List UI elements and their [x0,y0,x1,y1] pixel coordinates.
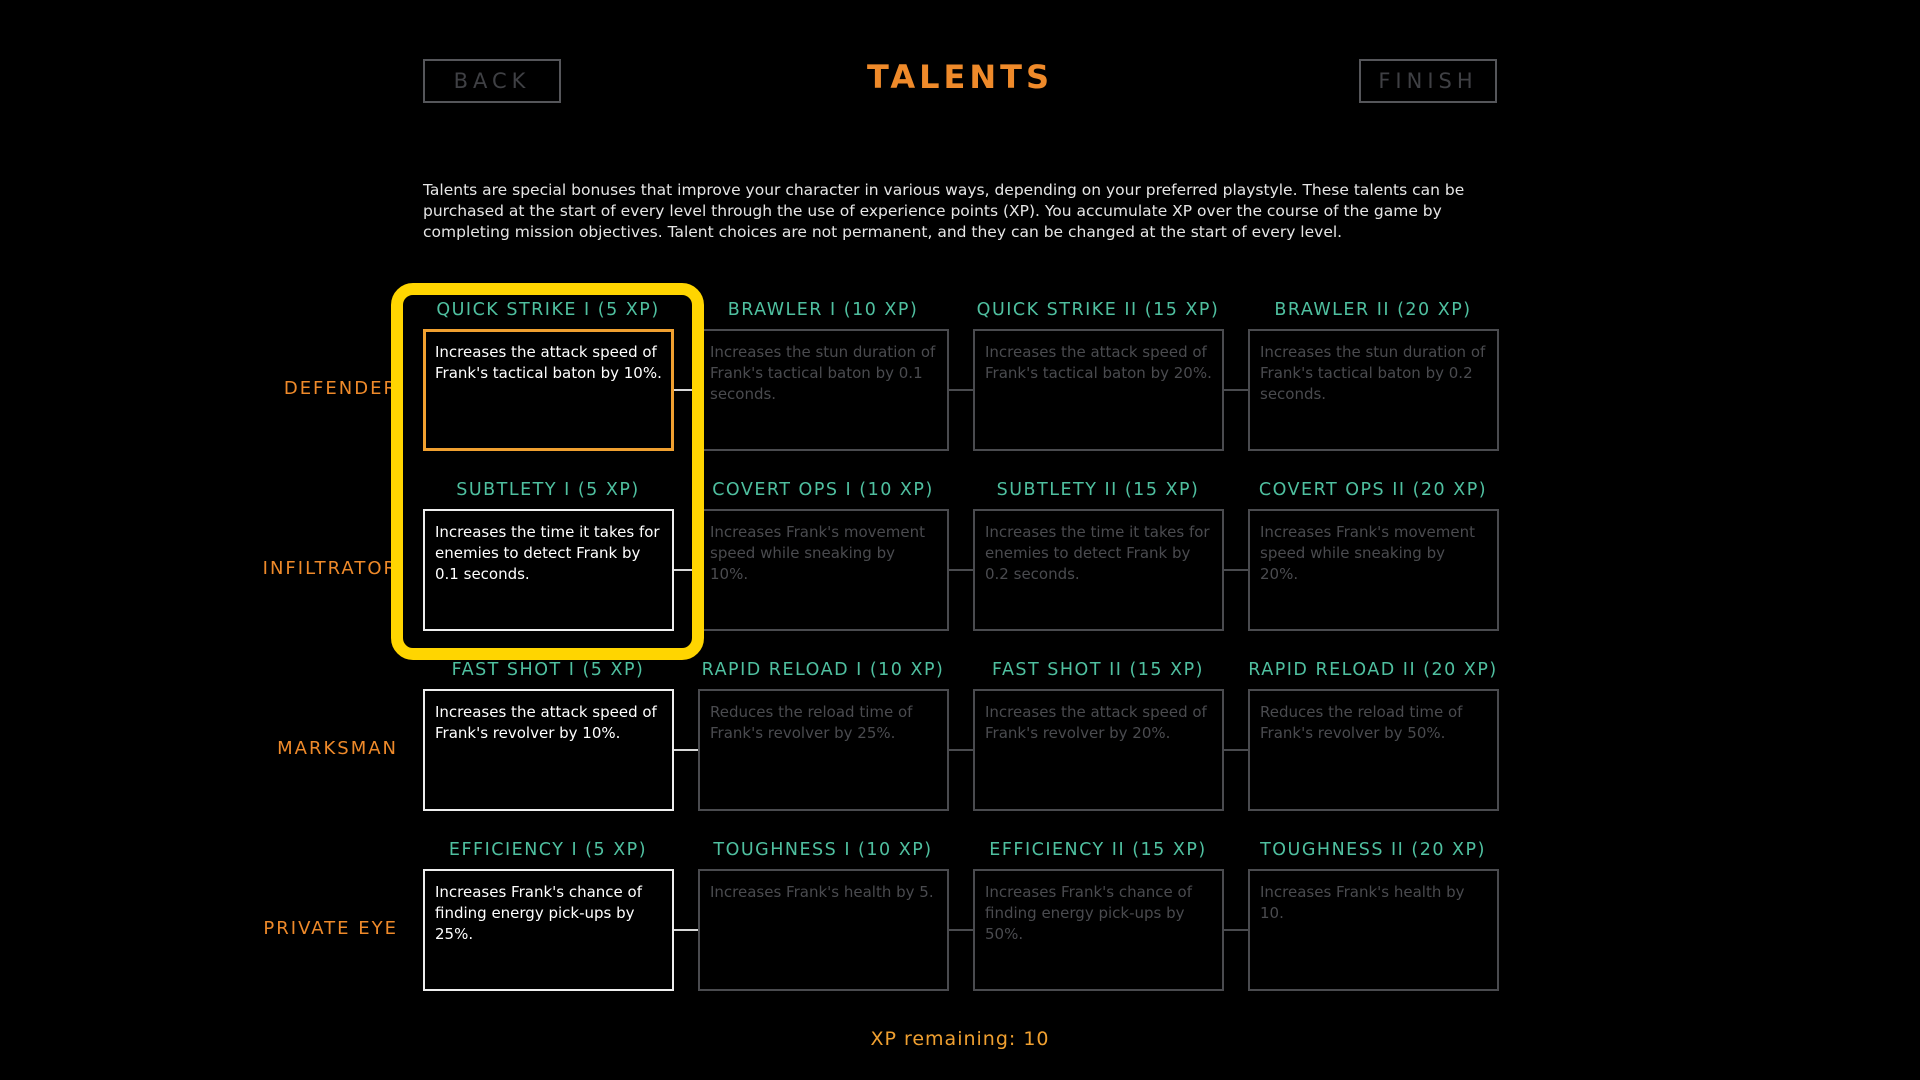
talent-brawler-1[interactable]: Increases the stun duration of Frank's t… [698,329,949,451]
talent-title: SUBTLETY II (15 XP) [996,480,1200,500]
talent-title: EFFICIENCY I (5 XP) [448,840,648,860]
talent-title: TOUGHNESS I (10 XP) [713,840,933,860]
talent-title: SUBTLETY I (5 XP) [456,480,640,500]
talent-connector [949,749,973,751]
talent-connector [1224,569,1248,571]
talent-fast-shot-1[interactable]: Increases the attack speed of Frank's re… [423,689,674,811]
talent-title: FAST SHOT II (15 XP) [992,660,1204,680]
talents-description: Talents are special bonuses that improve… [423,181,1465,241]
page-title: TALENTS [866,58,1053,96]
talent-fast-shot-2[interactable]: Increases the attack speed of Frank's re… [973,689,1224,811]
talent-rapid-reload-2[interactable]: Reduces the reload time of Frank's revol… [1248,689,1499,811]
talent-efficiency-2[interactable]: Increases Frank's chance of finding ener… [973,869,1224,991]
talent-title: COVERT OPS II (20 XP) [1258,480,1488,500]
talents-screen: BACK TALENTS FINISH Talents are special … [0,0,1920,1080]
talent-connector [674,749,698,751]
back-button[interactable]: BACK [423,59,561,103]
talent-title: EFFICIENCY II (15 XP) [989,840,1207,860]
talent-covert-ops-1[interactable]: Increases Frank's movement speed while s… [698,509,949,631]
finish-button[interactable]: FINISH [1359,59,1497,103]
talent-quick-strike-1[interactable]: Increases the attack speed of Frank's ta… [423,329,674,451]
talent-connector [1224,749,1248,751]
talent-toughness-2[interactable]: Increases Frank's health by 10. [1248,869,1499,991]
talent-title: TOUGHNESS II (20 XP) [1260,840,1486,860]
talent-connector [1224,389,1248,391]
talent-title: BRAWLER I (10 XP) [727,300,919,320]
talent-connector [949,569,973,571]
talent-connector [674,929,698,931]
row-label-private-eye: PRIVATE EYE [263,918,398,939]
talent-efficiency-1[interactable]: Increases Frank's chance of finding ener… [423,869,674,991]
talent-title: RAPID RELOAD II (20 XP) [1248,660,1498,680]
talent-title: QUICK STRIKE II (15 XP) [976,300,1220,320]
talent-rapid-reload-1[interactable]: Reduces the reload time of Frank's revol… [698,689,949,811]
talent-connector [674,389,698,391]
row-label-infiltrator: INFILTRATOR [262,558,398,579]
talent-connector [949,929,973,931]
talent-subtlety-1[interactable]: Increases the time it takes for enemies … [423,509,674,631]
talent-title: QUICK STRIKE I (5 XP) [436,300,660,320]
talent-title: COVERT OPS I (10 XP) [712,480,934,500]
talent-connector [674,569,698,571]
talent-covert-ops-2[interactable]: Increases Frank's movement speed while s… [1248,509,1499,631]
xp-remaining: XP remaining: 10 [870,1028,1050,1050]
talent-subtlety-2[interactable]: Increases the time it takes for enemies … [973,509,1224,631]
row-label-marksman: MARKSMAN [277,738,398,759]
talent-connector [1224,929,1248,931]
talent-toughness-1[interactable]: Increases Frank's health by 5. [698,869,949,991]
talent-quick-strike-2[interactable]: Increases the attack speed of Frank's ta… [973,329,1224,451]
row-label-defender: DEFENDER [283,378,398,399]
talent-brawler-2[interactable]: Increases the stun duration of Frank's t… [1248,329,1499,451]
talent-title: RAPID RELOAD I (10 XP) [701,660,945,680]
talent-title: BRAWLER II (20 XP) [1274,300,1472,320]
talent-title: FAST SHOT I (5 XP) [451,660,645,680]
talent-connector [949,389,973,391]
